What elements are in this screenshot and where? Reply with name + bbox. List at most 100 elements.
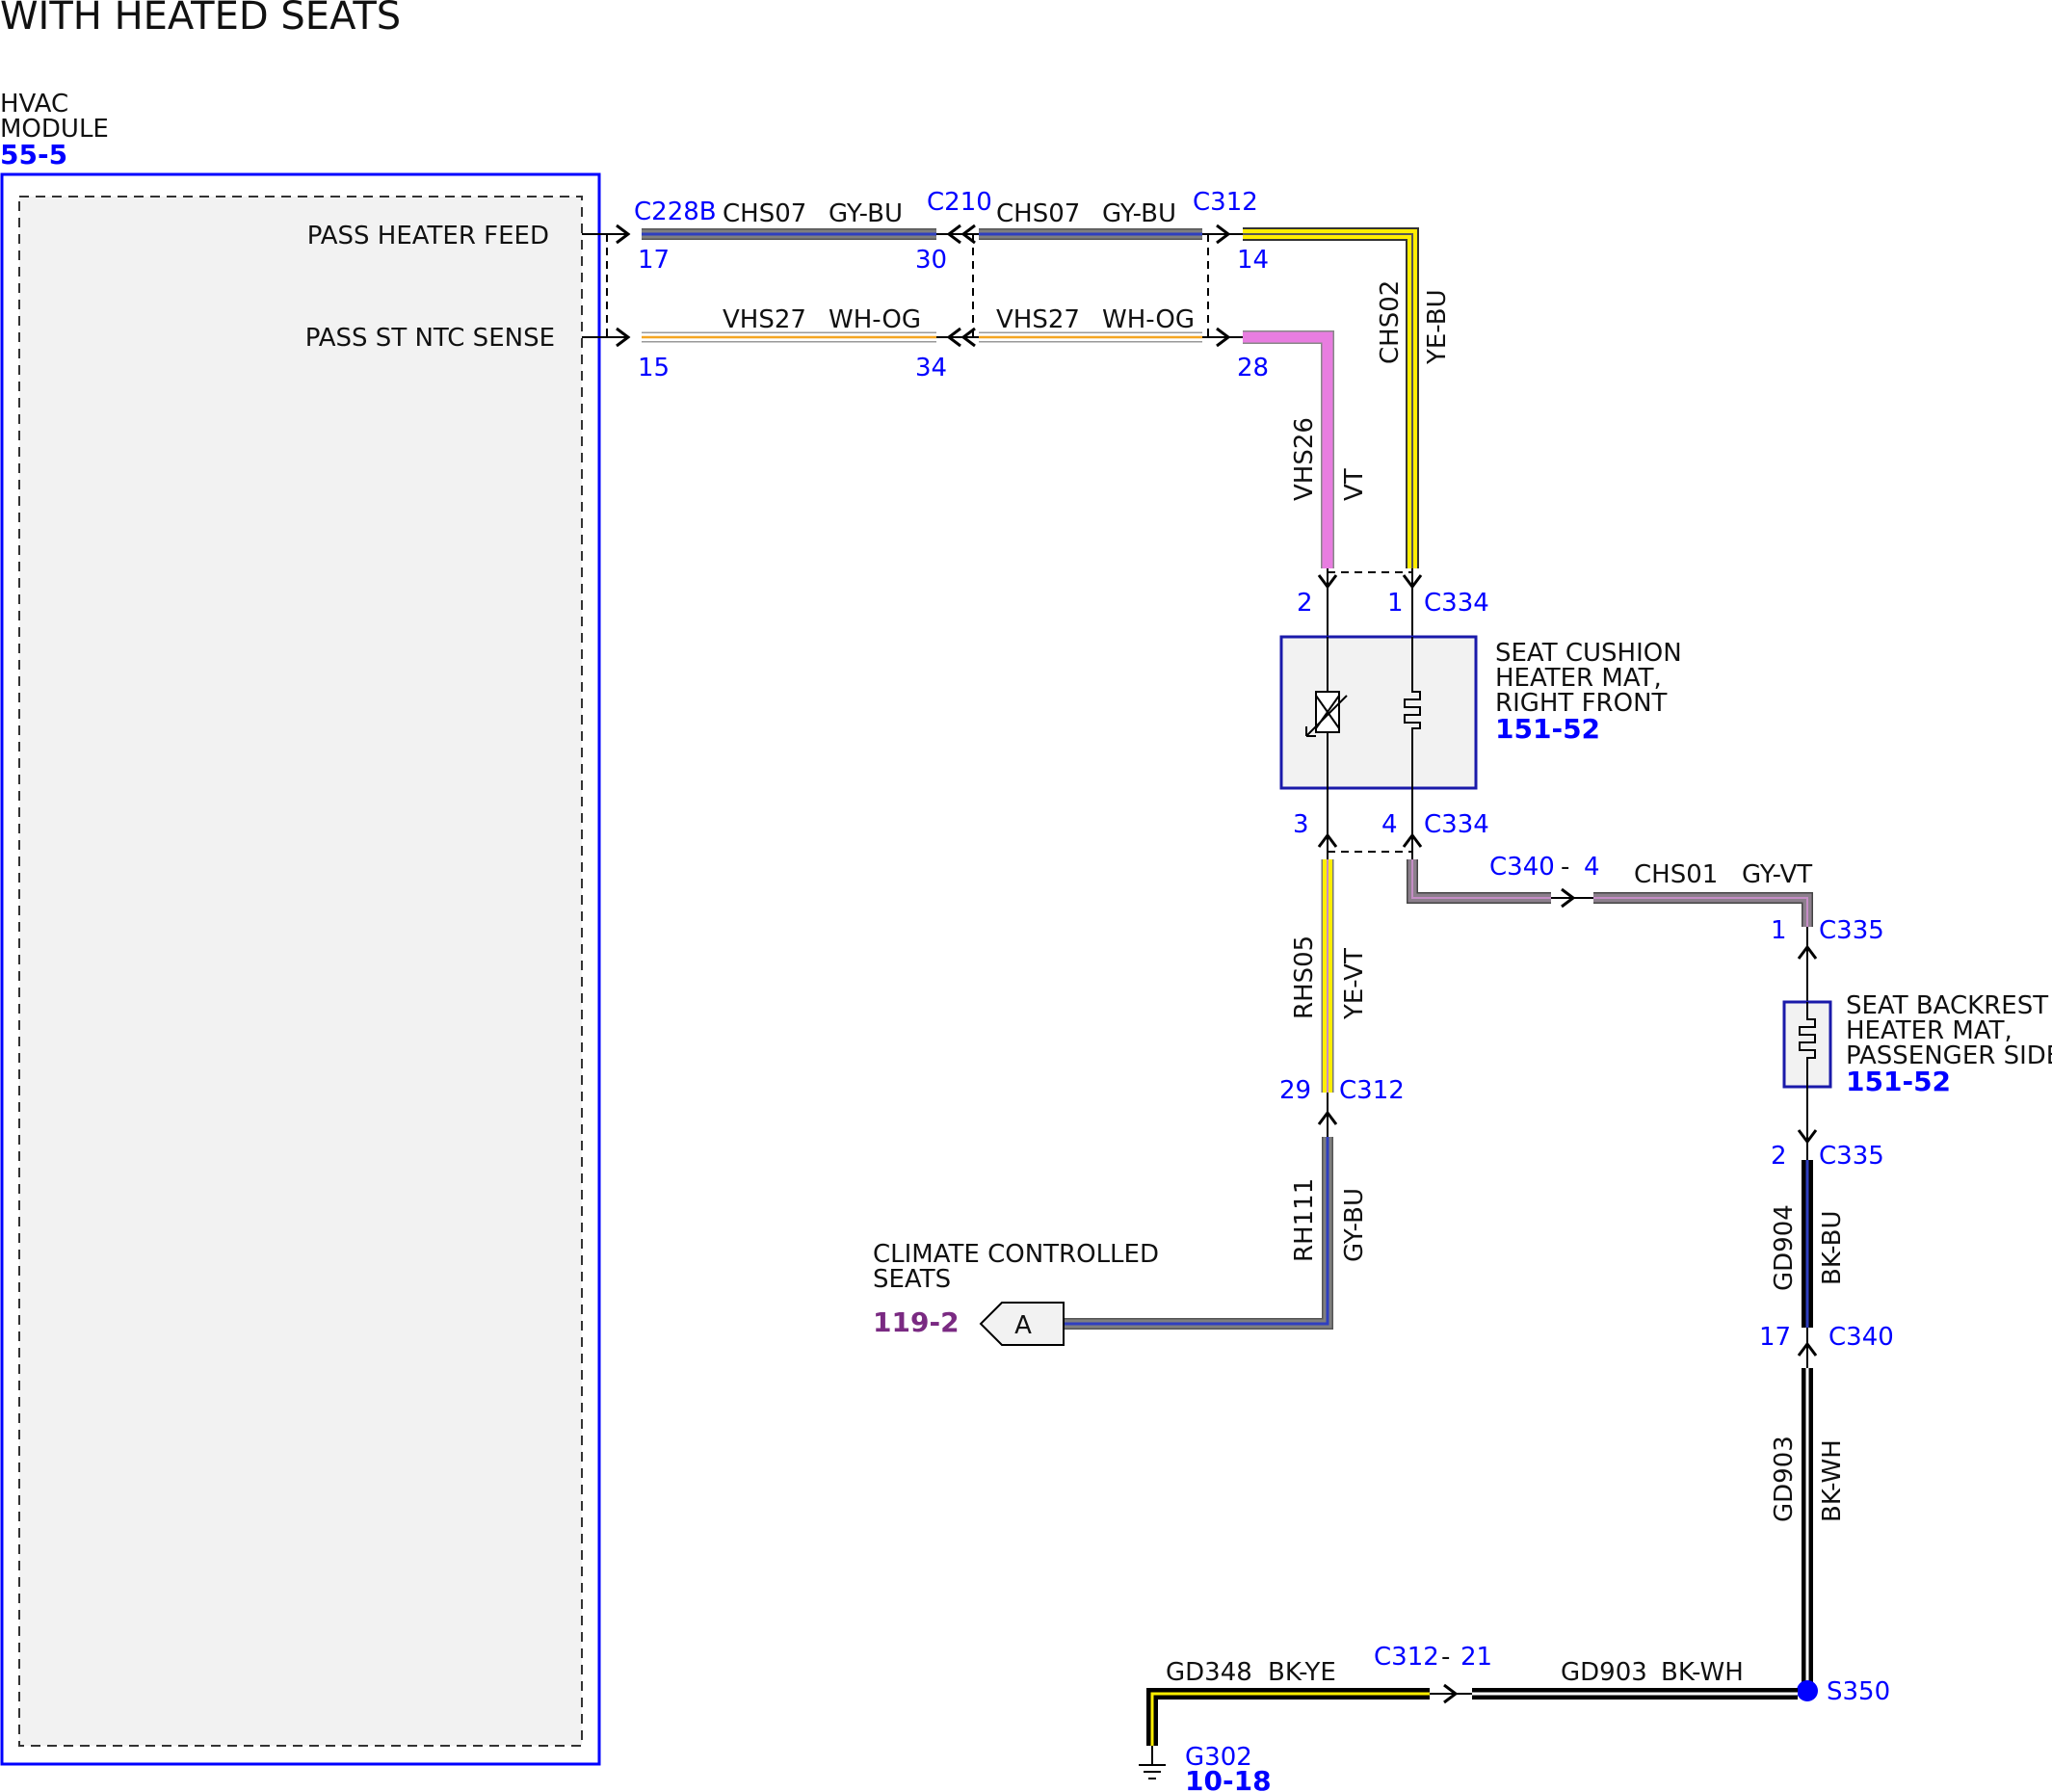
hvac-module: HVAC MODULE 55-5 PASS HEATER FEED PASS S… — [0, 90, 626, 1766]
heating-element-icon — [1404, 686, 1421, 734]
wire-gd904: GD904 BK-BU — [1770, 1160, 1847, 1328]
wire-gd904-circuit: GD904 — [1770, 1204, 1799, 1291]
wire-vhs27-a-circuit: VHS27 — [723, 305, 806, 334]
wire-rh111: RH111 GY-BU — [1064, 1137, 1369, 1330]
wire-rh111-color: GY-BU — [1340, 1188, 1369, 1262]
connector-c335-top: 1 C335 — [1771, 916, 1884, 1002]
splice-dot[interactable] — [1797, 1680, 1818, 1701]
connector-c312-29: 29 C312 — [1279, 1076, 1405, 1137]
c312-21-sep: - — [1441, 1643, 1450, 1672]
wiring-diagram: WITH HEATED SEATS HVAC MODULE 55-5 PASS … — [0, 0, 2052, 1792]
connector-c340-17: 17 C340 — [1759, 1323, 1894, 1368]
c335-top-pin: 1 — [1771, 916, 1787, 945]
c312-21-pin: 21 — [1460, 1643, 1492, 1672]
c335-bottom-name: C335 — [1819, 1142, 1884, 1171]
wire-gd903-horizontal: GD903 BK-WH — [1472, 1658, 1798, 1700]
hvac-module-ref[interactable]: 55-5 — [0, 139, 67, 171]
c334-pin-1: 1 — [1387, 589, 1404, 618]
wire-vhs26-color: VT — [1340, 468, 1369, 501]
wire-chs02-color: YE-BU — [1423, 289, 1452, 365]
ground-ref[interactable]: 10-18 — [1185, 1765, 1272, 1792]
wire-rhs05-color: YE-VT — [1340, 948, 1369, 1020]
c210-name: C210 — [927, 188, 992, 217]
wire-gd348-circuit: GD348 — [1166, 1658, 1252, 1687]
c340-inline-sep: - — [1561, 853, 1569, 882]
ground-g302: G302 10-18 — [1139, 1743, 1272, 1792]
wire-vhs27-a: VHS27 WH-OG — [642, 305, 936, 343]
seat-cushion-box[interactable] — [1279, 635, 1478, 790]
splice-s350: S350 — [1797, 1677, 1890, 1706]
page-title: WITH HEATED SEATS — [0, 0, 401, 39]
c334-pin-2: 2 — [1297, 589, 1313, 618]
wire-chs01-color: GY-VT — [1742, 860, 1812, 889]
c312-pin-14: 14 — [1237, 246, 1269, 275]
wire-chs07-a-circuit: CHS07 — [723, 199, 806, 228]
connector-c334-bottom: 3 4 C334 — [1293, 788, 1489, 859]
wire-rhs05: RHS05 YE-VT — [1290, 859, 1369, 1093]
c228b-pin-17: 17 — [638, 246, 670, 275]
c334-bottom-name: C334 — [1424, 810, 1489, 839]
c228b-name: C228B — [634, 198, 717, 226]
c340-17-pin: 17 — [1759, 1323, 1791, 1352]
ground-icon — [1139, 1764, 1166, 1779]
seat-cushion-heater-mat: SEAT CUSHION HEATER MAT, RIGHT FRONT 151… — [1279, 635, 1682, 790]
wire-chs01-circuit: CHS01 — [1634, 860, 1718, 889]
hvac-pin-label-pass-st-ntc-sense: PASS ST NTC SENSE — [305, 324, 555, 353]
c334-pin-4: 4 — [1381, 810, 1398, 839]
connector-c228b: C228B 17 15 — [606, 198, 717, 382]
c335-bottom-pin: 2 — [1771, 1142, 1787, 1171]
wire-vhs27-b: VHS27 WH-OG — [979, 305, 1202, 343]
c334-top-name: C334 — [1424, 589, 1489, 618]
c312-29-name: C312 — [1339, 1076, 1405, 1105]
hvac-module-inner-box — [18, 196, 583, 1747]
c312-21-name: C312 — [1374, 1643, 1439, 1672]
off-page-connector-letter: A — [1014, 1311, 1032, 1340]
c210-pin-34: 34 — [915, 354, 947, 382]
c312-top-name: C312 — [1193, 188, 1258, 217]
seat-backrest-ref[interactable]: 151-52 — [1846, 1066, 1951, 1097]
wire-gd903-h-color: BK-WH — [1661, 1658, 1744, 1687]
wire-gd904-color: BK-BU — [1818, 1211, 1847, 1285]
wire-rh111-base — [1064, 1137, 1332, 1329]
wire-gd903-v-color: BK-WH — [1818, 1439, 1847, 1522]
climate-seats-line2: SEATS — [873, 1265, 951, 1294]
wire-gd903-vertical: GD903 BK-WH — [1770, 1368, 1847, 1691]
seat-cushion-ref[interactable]: 151-52 — [1495, 713, 1600, 745]
connector-c334-top: 2 1 C334 — [1297, 568, 1489, 636]
wire-chs07-a-color: GY-BU — [829, 199, 903, 228]
splice-name: S350 — [1827, 1677, 1890, 1706]
c340-inline-pin: 4 — [1584, 853, 1600, 882]
c312-29-pin: 29 — [1279, 1076, 1311, 1105]
wire-gd903-v-circuit: GD903 — [1770, 1436, 1799, 1522]
wire-rh111-stripe — [1064, 1137, 1329, 1326]
c340-17-name: C340 — [1828, 1323, 1894, 1352]
wire-chs02-circuit: CHS02 — [1376, 280, 1405, 364]
c312-pin-28: 28 — [1237, 354, 1269, 382]
c334-pin-3: 3 — [1293, 810, 1309, 839]
wire-chs07-b-circuit: CHS07 — [996, 199, 1080, 228]
connector-c312-top: C312 14 28 — [1193, 188, 1269, 382]
wire-chs07-b: CHS07 GY-BU — [979, 199, 1202, 240]
wire-vhs27-b-color: WH-OG — [1102, 305, 1195, 334]
wire-chs01: C340 - 4 CHS01 GY-VT — [1407, 853, 1813, 927]
wire-chs02: CHS02 YE-BU — [1243, 227, 1452, 568]
wire-vhs26-circuit: VHS26 — [1290, 417, 1319, 501]
wire-chs07-b-color: GY-BU — [1102, 199, 1176, 228]
hvac-pin-label-pass-heater-feed: PASS HEATER FEED — [307, 222, 549, 250]
c228b-pin-15: 15 — [638, 354, 670, 382]
wire-vhs27-a-color: WH-OG — [829, 305, 921, 334]
c210-pin-30: 30 — [915, 246, 947, 275]
climate-seats-ref[interactable]: 119-2 — [873, 1306, 960, 1338]
c340-inline-name: C340 — [1489, 853, 1555, 882]
connector-c210: C210 30 34 — [915, 188, 992, 382]
wire-rh111-outline — [1064, 1137, 1333, 1330]
connector-c335-bottom: 2 C335 — [1771, 1087, 1884, 1171]
wire-gd903-h-circuit: GD903 — [1561, 1658, 1647, 1687]
seat-backrest-heater-mat: SEAT BACKREST HEATER MAT, PASSENGER SIDE… — [1782, 991, 2052, 1097]
wire-rh111-circuit: RH111 — [1290, 1178, 1319, 1262]
wire-gd348-color: BK-YE — [1268, 1658, 1336, 1687]
wire-gd348-stripe — [1150, 1692, 1430, 1746]
wire-rhs05-circuit: RHS05 — [1290, 936, 1319, 1019]
wire-gd348-base — [1146, 1688, 1430, 1746]
c335-top-name: C335 — [1819, 916, 1884, 945]
